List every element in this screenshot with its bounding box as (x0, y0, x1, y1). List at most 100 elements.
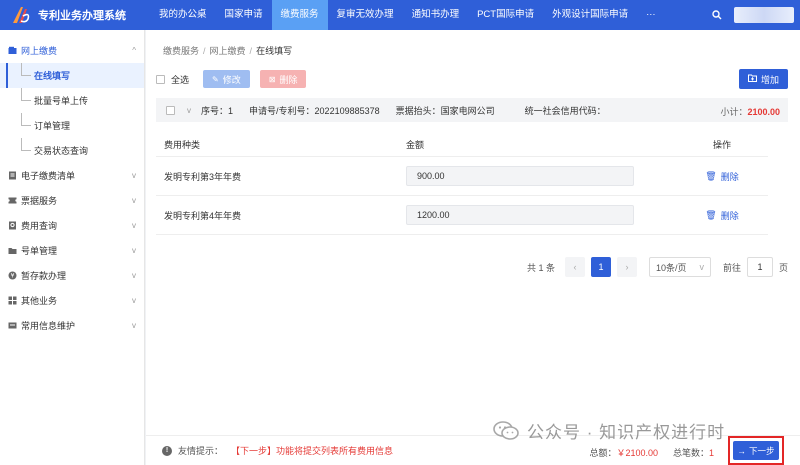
app-title: 专利业务办理系统 (38, 10, 126, 22)
info-icon: ! (162, 445, 172, 456)
goto-page-input[interactable]: 1 (746, 257, 773, 277)
sidebar-item-transaction-status[interactable]: 交易状态查询 (0, 138, 144, 163)
sidebar-group-label: 常用信息维护 (21, 321, 76, 331)
pager-total: 共 1 条 (526, 262, 555, 273)
subtotal-value: 2100.00 (747, 107, 780, 117)
edit-icon: ✎ (212, 74, 219, 84)
invoice-field: 票据抬头：国家电网公司 (396, 104, 495, 117)
nav-pct[interactable]: PCT国际申请 (468, 0, 543, 30)
delete-button-label: 删除 (279, 74, 298, 85)
fee-type-cell: 发明专利第3年年费 (164, 171, 242, 182)
card-icon (8, 321, 17, 330)
nav-notice[interactable]: 通知书办理 (403, 0, 469, 30)
nav-fee-service[interactable]: 缴费服务 (271, 0, 328, 30)
app-logo[interactable]: 专利业务办理系统 (0, 0, 150, 30)
app-no-field: 申请号/专利号：2022109885378 (249, 104, 380, 117)
sidebar-item-online-fill[interactable]: 在线填写 (0, 63, 144, 88)
row-delete-label: 删除 (720, 210, 739, 221)
chevron-down-icon: v (132, 246, 136, 255)
sidebar: 网上缴费 ^ 在线填写 批量号单上传 订单管理 交易状态查询 电子缴费清单 v … (0, 30, 145, 465)
select-all-checkbox[interactable] (156, 74, 165, 84)
chevron-down-icon: v (132, 321, 136, 330)
prev-page-button[interactable]: ‹ (564, 257, 585, 277)
edit-button-label: 修改 (222, 74, 241, 85)
amount-input[interactable]: 1200.00 (406, 205, 634, 225)
nav-national-application[interactable]: 国家申请 (216, 0, 272, 30)
chevron-down-icon: v (132, 171, 136, 180)
chevron-down-icon: v (699, 262, 704, 272)
page-size-value: 10条/页 (655, 262, 687, 273)
sidebar-item-batch-upload[interactable]: 批量号单上传 (0, 88, 144, 113)
sidebar-group-fee-query[interactable]: 费用查询 v (0, 213, 144, 238)
goto-label: 前往 (722, 262, 741, 273)
chevron-down-icon: v (132, 296, 136, 305)
seq-value: 1 (228, 105, 234, 116)
total-label: 总额： (589, 448, 617, 458)
sidebar-group-label: 网上缴费 (21, 46, 58, 56)
breadcrumb-item[interactable]: 缴费服务 (163, 46, 199, 56)
tip-text: 【下一步】功能将提交列表所有费用信息 (231, 446, 394, 456)
sidebar-group-number-list[interactable]: 号单管理 v (0, 238, 144, 263)
sidebar-group-label: 号单管理 (21, 246, 58, 256)
chevron-down-icon[interactable]: v (187, 106, 191, 115)
sidebar-group-temp-deposit[interactable]: ¥ 暂存款办理 v (0, 263, 144, 288)
page-size-select[interactable]: 10条/页 v (648, 257, 711, 277)
fee-table: 费用种类 金额 操作 发明专利第3年年费 900.00 🗑 删除 发明专利第4年年… (156, 133, 768, 235)
tree-line (21, 63, 31, 76)
nav-desk[interactable]: 我的办公桌 (150, 0, 216, 30)
row-checkbox[interactable] (166, 105, 175, 115)
nav-reexamination[interactable]: 复审无效办理 (328, 0, 403, 30)
folder-icon (8, 246, 17, 255)
trash-icon: 🗑 (705, 209, 717, 220)
delete-button[interactable]: ⊠ 删除 (259, 70, 307, 88)
chevron-up-icon: ^ (132, 46, 136, 55)
sidebar-group-e-fee-list[interactable]: 电子缴费清单 v (0, 163, 144, 188)
sidebar-group-label: 暂存款办理 (21, 271, 67, 281)
row-delete-button[interactable]: 🗑 删除 (705, 209, 738, 222)
row-delete-button[interactable]: 🗑 删除 (705, 170, 738, 183)
column-header-action: 操作 (712, 140, 731, 150)
count-label: 总笔数： (672, 448, 709, 458)
column-header-amount: 金额 (406, 140, 425, 150)
page-suffix: 页 (778, 262, 788, 273)
fee-type-cell: 发明专利第4年年费 (164, 210, 242, 221)
grid-icon (8, 296, 17, 305)
arrow-right-icon: → (737, 445, 746, 456)
svg-text:¥: ¥ (11, 273, 15, 280)
next-step-button[interactable]: → 下一步 (733, 441, 779, 460)
search-icon[interactable] (704, 0, 730, 30)
sidebar-item-order-management[interactable]: 订单管理 (0, 113, 144, 138)
add-button-label: 增加 (760, 74, 779, 85)
logo-icon (10, 4, 32, 26)
sidebar-group-invoice-service[interactable]: 票据服务 v (0, 188, 144, 213)
pagination: 共 1 条 ‹ 1 › 10条/页 v 前往 1 页 (527, 257, 788, 277)
seq-field: 序号：1 (201, 104, 233, 117)
count-value: 1 (708, 448, 714, 458)
main-nav: 我的办公桌 国家申请 缴费服务 复审无效办理 通知书办理 PCT国际申请 外观设… (150, 0, 665, 30)
sidebar-group-other-business[interactable]: 其他业务 v (0, 288, 144, 313)
toolbar: 全选 ✎ 修改 ⊠ 删除 增加 (156, 69, 788, 89)
breadcrumb-item[interactable]: 网上缴费 (210, 46, 246, 56)
user-avatar[interactable] (734, 7, 794, 23)
delete-icon: ⊠ (268, 74, 276, 84)
page-number-current[interactable]: 1 (590, 257, 611, 277)
credit-code-label: 统一社会信用代码： (524, 105, 606, 116)
tree-line (21, 88, 31, 101)
nav-design-international[interactable]: 外观设计国际申请 (543, 0, 637, 30)
add-button[interactable]: 增加 (738, 69, 788, 89)
total-amount: 总额：￥2100.00 (589, 446, 658, 459)
amount-input[interactable]: 900.00 (406, 166, 634, 186)
next-page-button[interactable]: › (616, 257, 637, 277)
table-row: 发明专利第3年年费 900.00 🗑 删除 (156, 157, 768, 196)
next-step-highlight: → 下一步 (728, 436, 784, 465)
invoice-value: 国家电网公司 (440, 105, 495, 116)
next-step-label: 下一步 (748, 445, 775, 456)
sidebar-group-label: 其他业务 (21, 296, 58, 306)
total-value: ￥2100.00 (616, 448, 658, 458)
table-row: 发明专利第4年年费 1200.00 🗑 删除 (156, 196, 768, 235)
sidebar-item-label: 在线填写 (34, 71, 71, 81)
edit-button[interactable]: ✎ 修改 (203, 70, 250, 88)
sidebar-group-common-info[interactable]: 常用信息维护 v (0, 313, 144, 338)
sidebar-group-online-payment[interactable]: 网上缴费 ^ (0, 38, 144, 63)
nav-more[interactable]: ··· (637, 0, 665, 30)
